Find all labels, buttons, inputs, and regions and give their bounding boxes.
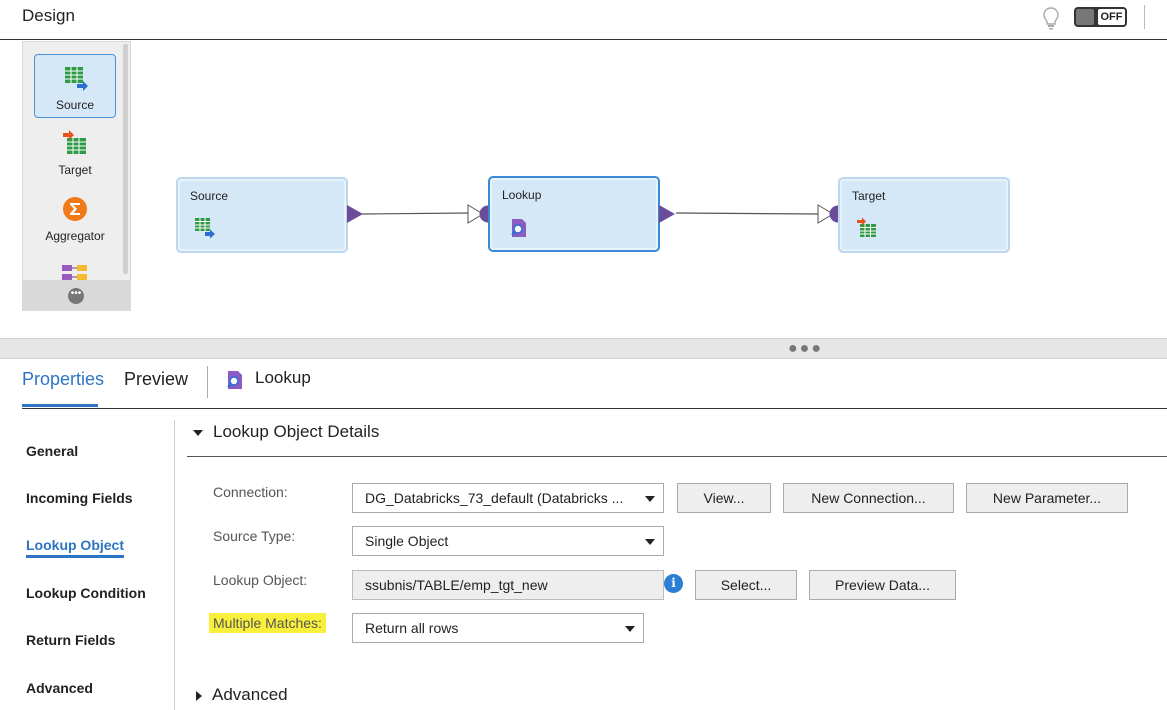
lookup-object-label: Lookup Object: bbox=[213, 572, 308, 588]
header-divider bbox=[1144, 5, 1145, 29]
palette-item-label: Source bbox=[55, 98, 95, 112]
section-header-advanced[interactable]: Advanced bbox=[196, 685, 288, 705]
nav-advanced[interactable]: Advanced bbox=[26, 680, 93, 696]
dropdown-arrow-icon bbox=[645, 539, 655, 545]
design-header: Design OFF bbox=[0, 0, 1167, 40]
caret-right-icon bbox=[196, 690, 202, 701]
selected-object-name: Lookup bbox=[255, 368, 311, 387]
lookup-output-port[interactable] bbox=[658, 204, 676, 224]
source-type-label: Source Type: bbox=[213, 528, 296, 544]
section-divider bbox=[187, 456, 1167, 457]
lookup-icon bbox=[511, 219, 526, 237]
source-table-icon bbox=[195, 218, 215, 239]
lightbulb-icon[interactable] bbox=[1042, 6, 1060, 30]
nav-lookup-object[interactable]: Lookup Object bbox=[26, 537, 124, 558]
palette-item-partial-icon[interactable] bbox=[61, 264, 89, 280]
source-table-icon bbox=[65, 67, 88, 91]
multiple-matches-select[interactable]: Return all rows bbox=[352, 613, 644, 643]
palette-item-target[interactable]: Target bbox=[34, 120, 116, 184]
node-source[interactable]: Source bbox=[176, 177, 348, 253]
multiple-matches-label: Multiple Matches: bbox=[209, 613, 326, 633]
advanced-title: Advanced bbox=[212, 685, 288, 704]
view-button[interactable]: View... bbox=[677, 483, 771, 513]
tab-properties[interactable]: Properties bbox=[22, 369, 104, 390]
lookup-icon bbox=[227, 371, 242, 389]
connection-label: Connection: bbox=[213, 484, 288, 500]
transformation-palette: Source Target Aggregator bbox=[22, 41, 131, 311]
section-header-lookup-object-details[interactable]: Lookup Object Details bbox=[193, 422, 379, 442]
toggle-label: OFF bbox=[1098, 9, 1125, 25]
info-icon[interactable]: i bbox=[664, 574, 683, 593]
more-dots-icon[interactable]: ••• bbox=[68, 288, 84, 304]
nav-lookup-condition[interactable]: Lookup Condition bbox=[26, 585, 146, 601]
node-target[interactable]: Target bbox=[838, 177, 1010, 253]
node-label: Target bbox=[852, 189, 886, 203]
source-type-value: Single Object bbox=[365, 533, 449, 549]
tab-divider bbox=[207, 366, 208, 398]
palette-footer: ••• bbox=[22, 280, 131, 311]
new-parameter-button[interactable]: New Parameter... bbox=[966, 483, 1128, 513]
lookup-object-value: ssubnis/TABLE/emp_tgt_new bbox=[365, 577, 548, 593]
palette-scrollbar[interactable] bbox=[123, 44, 128, 274]
target-table-icon bbox=[857, 217, 876, 237]
multiple-matches-value: Return all rows bbox=[365, 620, 459, 636]
new-connection-button[interactable]: New Connection... bbox=[783, 483, 954, 513]
caret-down-icon bbox=[193, 429, 203, 436]
active-tab-indicator bbox=[22, 404, 98, 407]
preview-data-button[interactable]: Preview Data... bbox=[809, 570, 956, 600]
design-title: Design bbox=[22, 6, 75, 25]
palette-item-source[interactable]: Source bbox=[34, 54, 116, 118]
palette-item-label: Target bbox=[58, 163, 92, 177]
connection-select[interactable]: DG_Databricks_73_default (Databricks ... bbox=[352, 483, 664, 513]
design-canvas[interactable]: Source Target Aggregator ••• Source Look… bbox=[0, 41, 1167, 338]
dropdown-arrow-icon bbox=[645, 496, 655, 502]
select-button[interactable]: Select... bbox=[695, 570, 797, 600]
toggle-knob bbox=[1076, 9, 1094, 25]
drag-handle-icon[interactable]: ●●● bbox=[788, 341, 823, 357]
lookup-object-field: ssubnis/TABLE/emp_tgt_new bbox=[352, 570, 664, 600]
panel-splitter[interactable]: ●●● bbox=[0, 338, 1167, 359]
target-table-icon bbox=[63, 130, 86, 154]
source-output-port[interactable] bbox=[346, 204, 364, 224]
nav-incoming-fields[interactable]: Incoming Fields bbox=[26, 490, 133, 506]
source-type-select[interactable]: Single Object bbox=[352, 526, 664, 556]
properties-tabs: Properties Preview Lookup bbox=[0, 360, 1167, 410]
nav-general[interactable]: General bbox=[26, 443, 78, 459]
auto-toggle[interactable]: OFF bbox=[1074, 7, 1127, 27]
section-title: Lookup Object Details bbox=[213, 422, 380, 441]
node-label: Source bbox=[190, 189, 229, 203]
palette-item-label: Aggregator bbox=[45, 229, 105, 243]
tabs-divider bbox=[22, 408, 1167, 409]
palette-item-aggregator[interactable]: Aggregator bbox=[34, 186, 116, 250]
nav-return-fields[interactable]: Return Fields bbox=[26, 632, 115, 648]
connection-value: DG_Databricks_73_default (Databricks ... bbox=[365, 490, 624, 506]
node-label: Lookup bbox=[502, 188, 542, 202]
sigma-icon bbox=[63, 197, 87, 221]
properties-sidenav: General Incoming Fields Lookup Object Lo… bbox=[0, 420, 175, 710]
tab-preview[interactable]: Preview bbox=[124, 369, 188, 390]
node-lookup[interactable]: Lookup bbox=[488, 176, 660, 252]
dropdown-arrow-icon bbox=[625, 626, 635, 632]
